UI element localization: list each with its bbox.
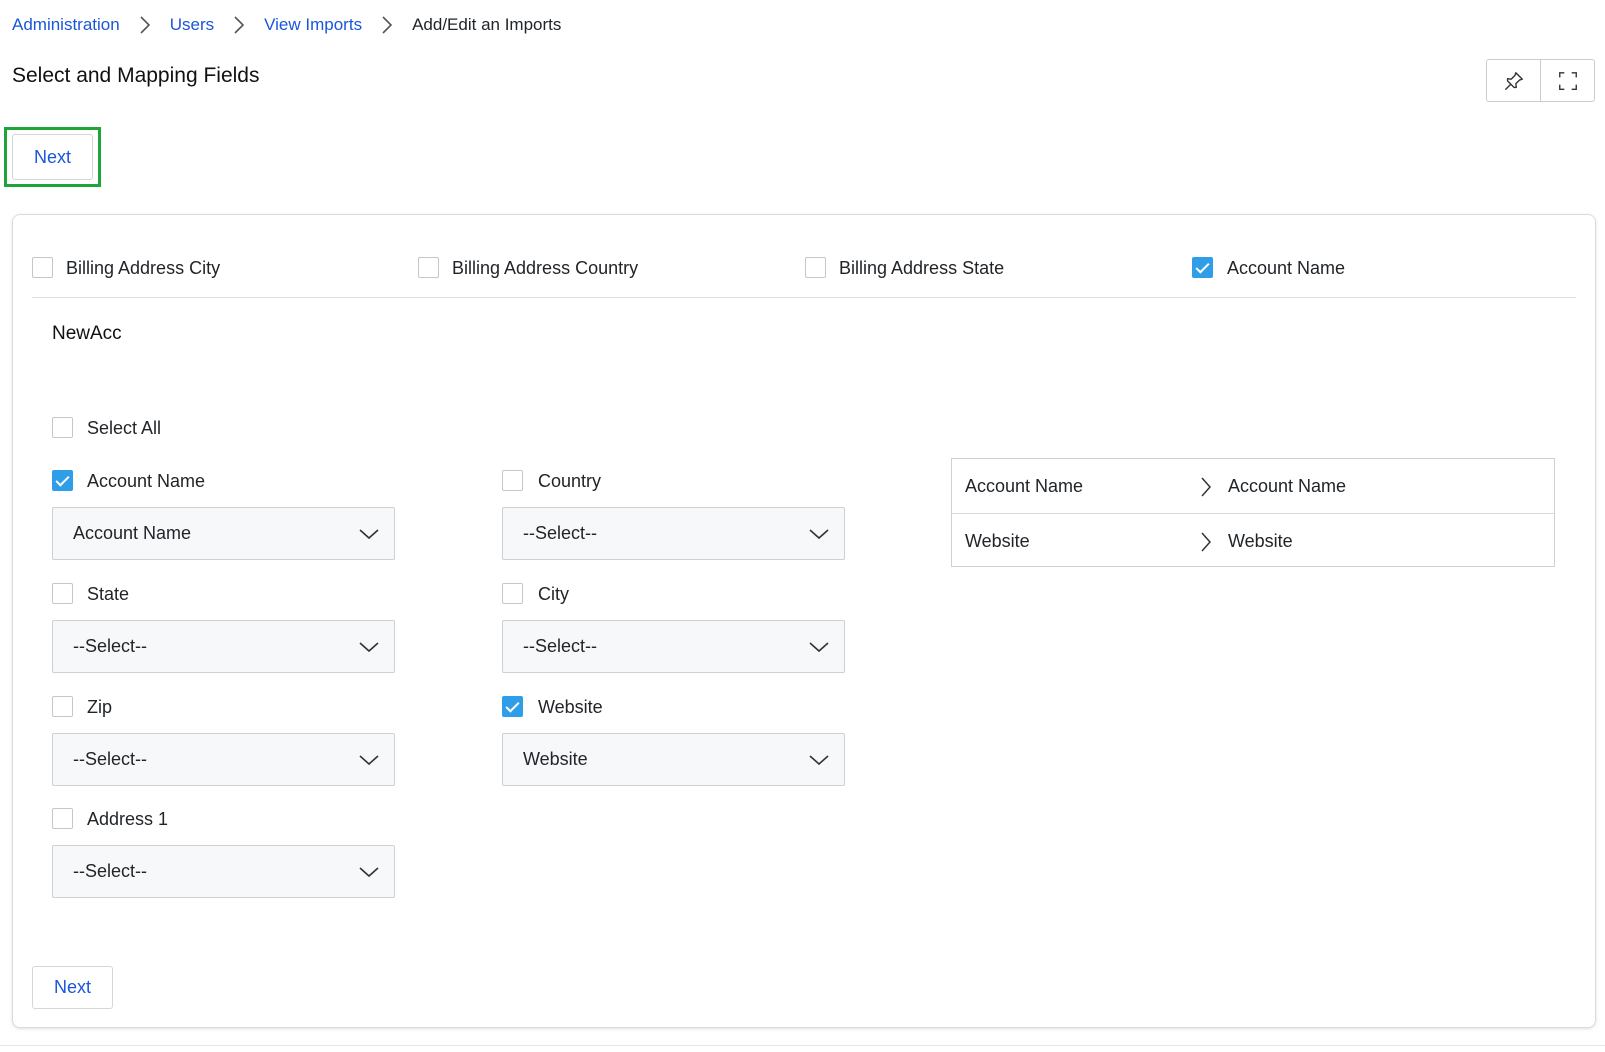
select-value: --Select-- [73, 749, 148, 769]
mapping-table: Account Name Account Name Website Websit… [951, 458, 1555, 567]
next-button-top[interactable]: Next [12, 134, 93, 180]
select-value: --Select-- [73, 861, 148, 881]
table-row: Account Name Account Name [952, 459, 1554, 513]
field-select-address-1[interactable]: --Select-- [52, 845, 395, 898]
field-checkbox-address-1[interactable] [52, 808, 73, 829]
select-value: --Select-- [73, 636, 148, 656]
mapping-target: Website [1228, 530, 1293, 551]
breadcrumb-administration[interactable]: Administration [12, 15, 120, 35]
field-checkbox-account-name[interactable] [52, 470, 73, 491]
chevron-right-icon [214, 16, 264, 34]
breadcrumb-users[interactable]: Users [170, 15, 214, 35]
chevron-down-icon [359, 642, 379, 653]
chevron-right-icon [362, 16, 412, 34]
checkbox-account-name-column[interactable] [1192, 257, 1213, 278]
checkbox-billing-address-state[interactable] [805, 257, 826, 278]
field-select-city[interactable]: --Select-- [502, 620, 845, 673]
field-select-website[interactable]: Website [502, 733, 845, 786]
divider [32, 297, 1576, 298]
chevron-right-icon [1201, 477, 1212, 497]
breadcrumb-view-imports[interactable]: View Imports [264, 15, 362, 35]
field-select-country[interactable]: --Select-- [502, 507, 845, 560]
field-select-state[interactable]: --Select-- [52, 620, 395, 673]
column-label-account-name: Account Name [1227, 258, 1346, 278]
chevron-down-icon [359, 529, 379, 540]
view-toolbar [1486, 59, 1595, 102]
mapping-target: Account Name [1228, 475, 1347, 496]
field-checkbox-website[interactable] [502, 696, 523, 717]
chevron-down-icon [359, 755, 379, 766]
field-label-address-1: Address 1 [87, 809, 169, 829]
select-value: Account Name [73, 523, 192, 543]
chevron-down-icon [809, 642, 829, 653]
chevron-right-icon [120, 16, 170, 34]
select-value: Website [523, 749, 588, 769]
field-label-account-name: Account Name [87, 471, 206, 491]
chevron-down-icon [359, 867, 379, 878]
pin-icon [1504, 71, 1523, 90]
field-select-account-name[interactable]: Account Name [52, 507, 395, 560]
pin-button[interactable] [1487, 60, 1540, 101]
select-value: --Select-- [523, 523, 598, 543]
field-label-zip: Zip [87, 697, 113, 717]
field-label-city: City [538, 584, 569, 604]
chevron-down-icon [809, 755, 829, 766]
section-title: NewAcc [52, 323, 122, 344]
field-label-country: Country [538, 471, 602, 491]
column-label-billing-address-country: Billing Address Country [452, 258, 639, 278]
field-label-state: State [87, 584, 130, 604]
field-checkbox-city[interactable] [502, 583, 523, 604]
breadcrumb: Administration Users View Imports Add/Ed… [12, 13, 561, 37]
field-checkbox-country[interactable] [502, 470, 523, 491]
field-checkbox-zip[interactable] [52, 696, 73, 717]
checkbox-billing-address-country[interactable] [418, 257, 439, 278]
chevron-right-icon [1201, 532, 1212, 552]
mapping-source: Website [965, 530, 1030, 551]
mapping-source: Account Name [965, 475, 1084, 496]
column-label-billing-address-state: Billing Address State [839, 258, 1005, 278]
page-title: Select and Mapping Fields [12, 64, 260, 87]
field-checkbox-state[interactable] [52, 583, 73, 604]
field-label-website: Website [538, 697, 603, 717]
next-button-bottom[interactable]: Next [32, 966, 113, 1009]
checkbox-billing-address-city[interactable] [32, 257, 53, 278]
expand-button[interactable] [1540, 60, 1594, 101]
table-row: Website Website [952, 513, 1554, 568]
chevron-down-icon [809, 529, 829, 540]
expand-icon [1558, 71, 1577, 90]
select-all-label: Select All [87, 418, 162, 438]
footer-divider [0, 1045, 1605, 1046]
breadcrumb-current: Add/Edit an Imports [412, 15, 562, 34]
select-value: --Select-- [523, 636, 598, 656]
select-all-checkbox[interactable] [52, 417, 73, 438]
column-label-billing-address-city: Billing Address City [66, 258, 221, 278]
field-select-zip[interactable]: --Select-- [52, 733, 395, 786]
